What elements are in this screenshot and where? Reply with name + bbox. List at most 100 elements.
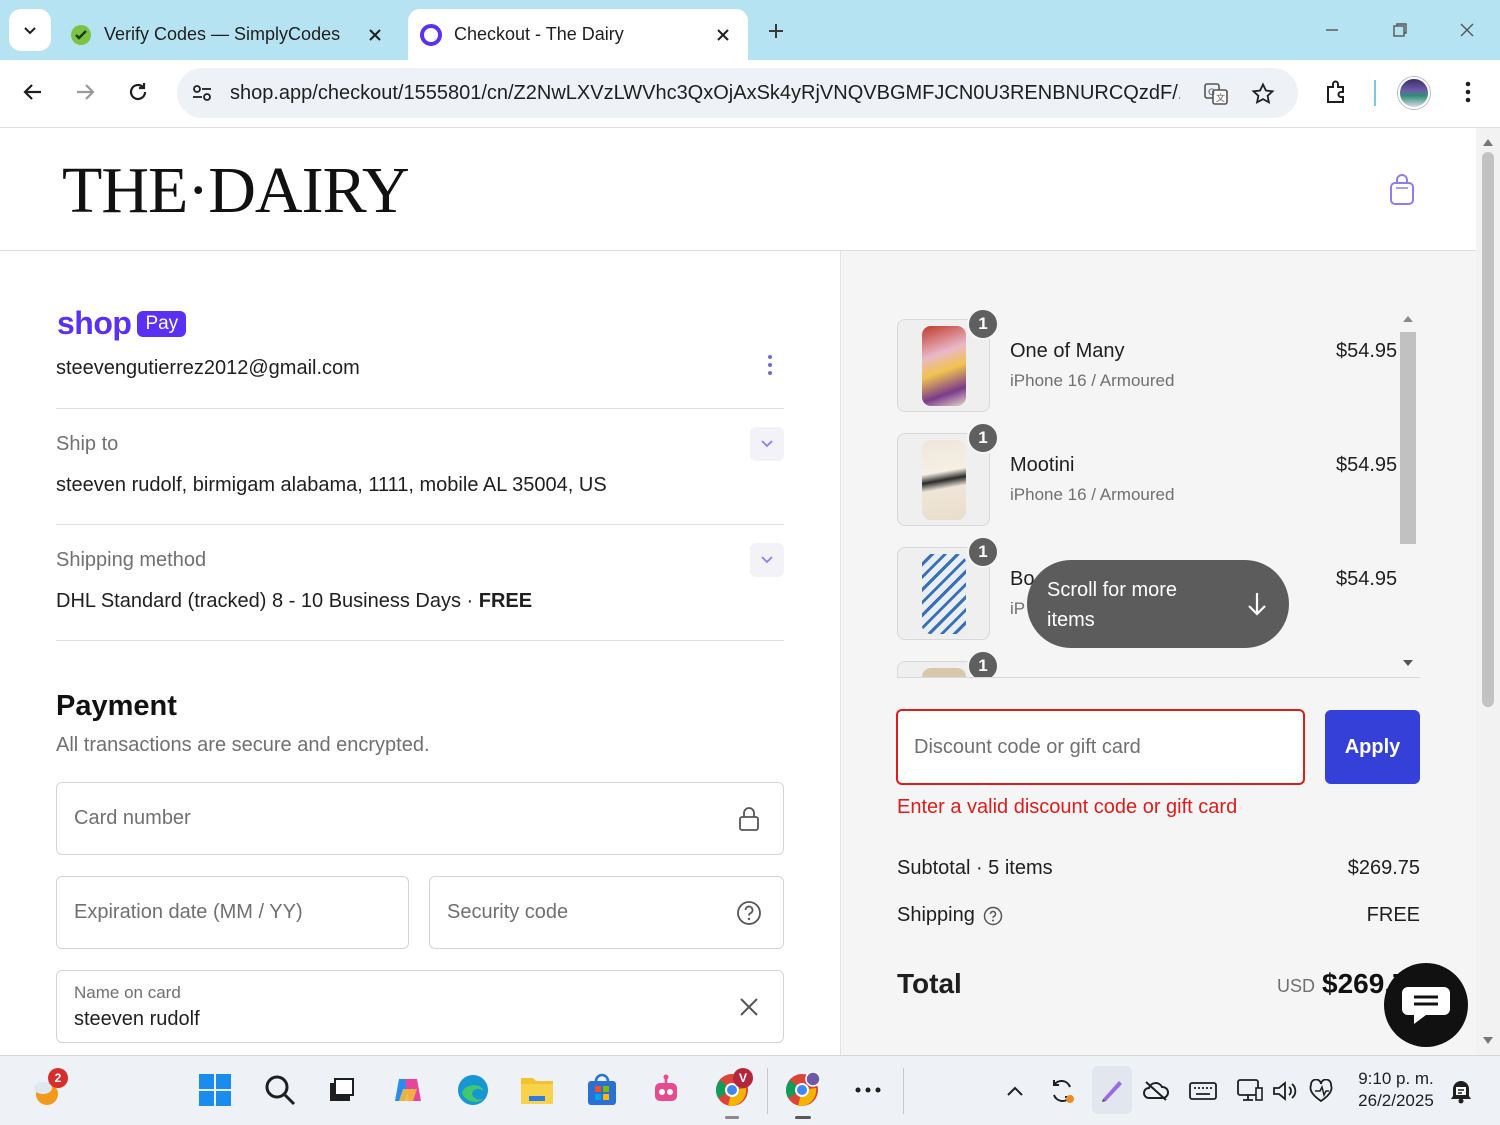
item-variant: iP [1010, 599, 1026, 618]
discount-code-field[interactable] [896, 709, 1305, 785]
edge-app-icon[interactable] [453, 1070, 493, 1110]
scroll-down-arrow-icon[interactable] [1402, 659, 1414, 667]
new-tab-button[interactable] [760, 15, 792, 47]
robot-app-icon[interactable] [646, 1070, 686, 1110]
close-window-button[interactable] [1447, 12, 1487, 48]
browser-menu-button[interactable] [1450, 74, 1486, 110]
scrollbar-thumb[interactable] [1482, 152, 1494, 707]
quantity-badge: 1 [967, 536, 999, 568]
restore-button[interactable] [1380, 12, 1420, 48]
item-name: Mootini [1010, 454, 1075, 476]
shipping-method-expand-button[interactable] [750, 543, 784, 577]
minimize-button[interactable] [1312, 12, 1352, 48]
battery-saver-icon[interactable] [1306, 1076, 1336, 1106]
chevron-up-icon [1006, 1085, 1024, 1097]
cart-list-bottom-border [897, 677, 1420, 678]
scroll-up-arrow-icon[interactable] [1402, 315, 1414, 323]
name-on-card-label: Name on card [74, 983, 181, 1002]
notifications-icon[interactable] [1446, 1076, 1476, 1106]
chat-button[interactable] [1384, 963, 1468, 1047]
card-number-field[interactable]: Card number [56, 782, 784, 855]
scrollbar-thumb[interactable] [1400, 332, 1416, 544]
payment-title: Payment [56, 690, 177, 722]
scroll-up-arrow-icon[interactable] [1482, 136, 1494, 148]
shipping-method-value: DHL Standard (tracked) 8 - 10 Business D… [56, 590, 532, 613]
account-menu-button[interactable] [760, 350, 780, 380]
card-number-placeholder: Card number [74, 807, 191, 829]
volume-icon[interactable] [1270, 1076, 1300, 1106]
tab-title: Verify Codes — SimplyCodes [104, 24, 341, 44]
browser-toolbar: shop.app/checkout/1555801/cn/Z2NwLXVzLWV… [0, 60, 1500, 128]
page-scrollbar[interactable] [1476, 128, 1500, 1055]
store-logo[interactable]: THE·DAIRY [62, 156, 410, 226]
lock-icon [735, 805, 763, 833]
close-tab-icon[interactable] [708, 20, 738, 50]
taskbar-divider [767, 1068, 768, 1114]
close-icon [1459, 22, 1475, 38]
tab-title: Checkout - The Dairy [454, 24, 624, 44]
reload-icon [127, 81, 149, 103]
extensions-button[interactable] [1319, 74, 1355, 110]
running-indicator [795, 1116, 811, 1119]
tab-checkout[interactable]: Checkout - The Dairy [408, 9, 748, 60]
ship-to-expand-button[interactable] [750, 427, 784, 461]
chrome-profile-app-icon[interactable] [782, 1070, 822, 1110]
site-settings-icon[interactable] [189, 80, 215, 106]
show-hidden-icons-button[interactable] [1000, 1076, 1030, 1106]
payment-subtitle: All transactions are secure and encrypte… [56, 734, 430, 756]
onedrive-offline-icon[interactable] [1141, 1076, 1171, 1106]
help-circle-icon[interactable] [983, 906, 1003, 926]
arrow-down-icon [1245, 590, 1269, 618]
task-view-button[interactable] [321, 1070, 361, 1110]
cart-bag-icon[interactable] [1387, 173, 1417, 207]
expiration-date-field[interactable]: Expiration date (MM / YY) [56, 876, 409, 949]
forward-button[interactable] [65, 72, 105, 112]
quantity-badge: 1 [967, 310, 999, 340]
shop-pay-word: shop [57, 305, 132, 341]
tab-simplycodes[interactable]: Verify Codes — SimplyCodes [60, 9, 400, 60]
bookmark-star-icon[interactable] [1248, 79, 1278, 109]
search-button[interactable] [260, 1070, 300, 1110]
site-header: THE·DAIRY [0, 128, 1476, 251]
item-variant: iPhone 16 / Armoured [1010, 371, 1175, 390]
svg-text:文: 文 [1216, 92, 1225, 104]
copilot-app-icon[interactable] [388, 1070, 428, 1110]
tab-search-button[interactable] [9, 9, 51, 51]
microsoft-store-app-icon[interactable] [582, 1070, 622, 1110]
apply-discount-button[interactable]: Apply [1325, 710, 1420, 784]
file-explorer-app-icon[interactable] [517, 1070, 557, 1110]
ship-to-address: steeven rudolf, birmigam alabama, 1111, … [56, 474, 607, 496]
total-currency: USD [1277, 976, 1316, 996]
pen-menu-icon[interactable] [1092, 1066, 1132, 1114]
close-tab-icon[interactable] [360, 20, 390, 50]
help-circle-icon[interactable] [735, 899, 763, 927]
name-on-card-field[interactable]: Name on card steeven rudolf [56, 970, 784, 1043]
item-variant: iPhone 16 / Armoured [1010, 485, 1175, 504]
scroll-down-arrow-icon[interactable] [1482, 1034, 1494, 1046]
start-button[interactable] [195, 1070, 235, 1110]
running-indicator [725, 1116, 739, 1119]
search-icon [264, 1074, 296, 1106]
reload-button[interactable] [118, 72, 158, 112]
scroll-for-more-items-button[interactable]: Scroll for more items [1027, 560, 1289, 648]
address-bar[interactable]: shop.app/checkout/1555801/cn/Z2NwLXVzLWV… [177, 68, 1298, 118]
system-clock[interactable]: 9:10 p. m. 26/2/2025 [1346, 1068, 1446, 1112]
cart-list-scrollbar[interactable] [1399, 310, 1417, 672]
security-code-field[interactable]: Security code [429, 876, 784, 949]
sync-icon[interactable] [1047, 1076, 1077, 1106]
shipping-method-text: DHL Standard (tracked) 8 - 10 Business D… [56, 590, 479, 612]
dot [768, 363, 772, 367]
network-icon[interactable] [1235, 1076, 1265, 1106]
dot [768, 371, 772, 375]
ship-to-label: Ship to [56, 433, 119, 455]
more-apps-button[interactable] [848, 1070, 888, 1110]
windows-logo-icon [198, 1073, 232, 1107]
divider [56, 524, 784, 525]
keyboard-icon[interactable] [1188, 1076, 1218, 1106]
profile-avatar[interactable] [1398, 77, 1430, 109]
back-button[interactable] [13, 72, 53, 112]
clock-time: 9:10 p. m. [1358, 1069, 1434, 1088]
translate-icon[interactable]: G文 [1201, 79, 1231, 109]
discount-code-input[interactable] [914, 711, 1284, 783]
clear-icon[interactable] [735, 993, 763, 1021]
